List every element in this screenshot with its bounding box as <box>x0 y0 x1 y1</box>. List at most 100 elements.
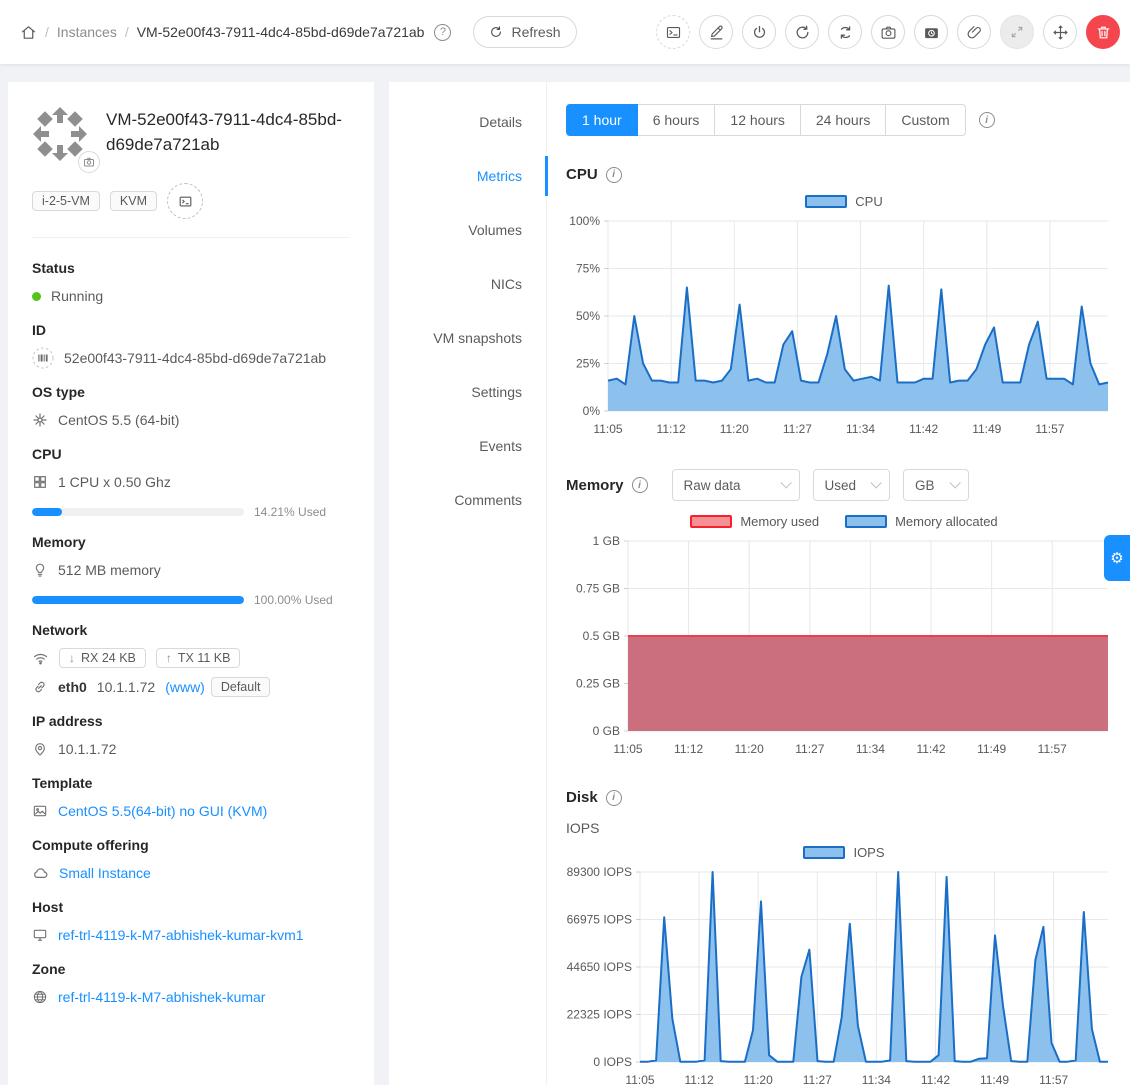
tab-nics[interactable]: NICs <box>389 264 548 304</box>
memory-label: Memory <box>32 534 350 550</box>
terminal-icon <box>665 24 682 41</box>
reload-icon <box>489 25 503 39</box>
memory-unit-select[interactable]: GB <box>903 469 969 501</box>
svg-text:11:12: 11:12 <box>685 1073 714 1085</box>
breadcrumb-instances[interactable]: Instances <box>57 24 117 40</box>
memory-controls: Raw data Used GB <box>672 469 969 501</box>
range-24-hours[interactable]: 24 hours <box>800 104 886 136</box>
legend-entry[interactable]: Memory used <box>690 514 819 529</box>
tab-details[interactable]: Details <box>389 102 548 142</box>
status-label: Status <box>32 260 350 276</box>
host-field: Host ref-trl-4119-k-M7-abhishek-kumar-kv… <box>32 899 350 946</box>
zone-link[interactable]: ref-trl-4119-k-M7-abhishek-kumar <box>58 989 265 1005</box>
breadcrumb-separator: / <box>45 24 49 40</box>
svg-text:11:34: 11:34 <box>846 422 875 436</box>
legend-entry[interactable]: IOPS <box>803 845 884 860</box>
vm-action-toolbar <box>656 15 1120 49</box>
svg-text:89300 IOPS: 89300 IOPS <box>567 865 632 879</box>
range-custom[interactable]: Custom <box>885 104 965 136</box>
divider <box>32 237 350 238</box>
memory-used-percent: 100.00% Used <box>254 593 333 607</box>
nic-network-link[interactable]: (www) <box>165 679 205 695</box>
location-pin-icon <box>32 741 48 757</box>
vm-internal-name-tag: i-2-5-VM <box>32 191 100 211</box>
offering-link[interactable]: Small Instance <box>59 865 151 881</box>
scale-vm-button[interactable] <box>1000 15 1034 49</box>
sync-icon <box>837 24 854 41</box>
chevron-down-icon <box>949 477 960 488</box>
console-button[interactable] <box>656 15 690 49</box>
svg-text:11:34: 11:34 <box>856 742 885 756</box>
svg-text:0.25 GB: 0.25 GB <box>576 677 620 691</box>
migrate-vm-button[interactable] <box>1043 15 1077 49</box>
template-field: Template CentOS 5.5(64-bit) no GUI (KVM) <box>32 775 350 822</box>
memory-field: Memory 512 MB memory 100.00% Used <box>32 534 350 607</box>
zone-field: Zone ref-trl-4119-k-M7-abhishek-kumar <box>32 961 350 1008</box>
tab-volumes[interactable]: Volumes <box>389 210 548 250</box>
wifi-icon <box>32 650 49 667</box>
stop-vm-button[interactable] <box>742 15 776 49</box>
host-link[interactable]: ref-trl-4119-k-M7-abhishek-kumar-kvm1 <box>58 927 304 943</box>
svg-text:11:49: 11:49 <box>980 1073 1009 1085</box>
help-question-icon[interactable]: ? <box>434 24 451 41</box>
console-chip-button[interactable] <box>167 183 203 219</box>
memory-chart-block: Memory i Raw data Used GB <box>566 469 1122 763</box>
legend-swatch <box>845 515 887 528</box>
cloud-icon <box>32 865 49 882</box>
svg-text:11:34: 11:34 <box>862 1073 891 1085</box>
appstore-grid-icon <box>32 474 48 490</box>
move-arrows-icon <box>1052 24 1069 41</box>
tab-metrics[interactable]: Metrics <box>389 156 548 196</box>
id-field: ID 52e00f43-7911-4dc4-85bd-d69de7a721ab <box>32 322 350 369</box>
detail-tabs-nav: Details Metrics Volumes NICs VM snapshot… <box>389 82 547 1085</box>
attach-iso-button[interactable] <box>957 15 991 49</box>
memory-data-mode-select[interactable]: Raw data <box>672 469 800 501</box>
legend-swatch <box>690 515 732 528</box>
camera-icon <box>880 24 897 41</box>
range-1-hour[interactable]: 1 hour <box>566 104 638 136</box>
cpu-label: CPU <box>32 446 350 462</box>
svg-text:1 GB: 1 GB <box>593 534 620 548</box>
info-icon[interactable]: i <box>979 112 995 128</box>
legend-swatch <box>803 846 845 859</box>
ip-field: IP address 10.1.1.72 <box>32 713 350 760</box>
tab-settings[interactable]: Settings <box>389 372 548 412</box>
breadcrumb-separator: / <box>125 24 129 40</box>
home-icon[interactable] <box>20 24 37 41</box>
range-12-hours[interactable]: 12 hours <box>714 104 800 136</box>
zone-label: Zone <box>32 961 350 977</box>
iops-subtitle: IOPS <box>566 820 1122 836</box>
edit-button[interactable] <box>699 15 733 49</box>
svg-text:11:42: 11:42 <box>916 742 945 756</box>
legend-entry[interactable]: CPU <box>805 194 882 209</box>
chevron-down-icon <box>871 477 882 488</box>
range-6-hours[interactable]: 6 hours <box>637 104 716 136</box>
settings-fab[interactable]: ⚙ <box>1104 535 1130 581</box>
offering-field: Compute offering Small Instance <box>32 837 350 884</box>
disk-chart-block: Disk i IOPS IOPS 11:0511:1211:2011:2711:… <box>566 789 1122 1085</box>
vm-snapshot-button[interactable] <box>914 15 948 49</box>
refresh-button[interactable]: Refresh <box>473 16 576 48</box>
camera-clock-icon <box>923 24 940 41</box>
tab-comments[interactable]: Comments <box>389 480 548 520</box>
legend-entry[interactable]: Memory allocated <box>845 514 998 529</box>
change-icon-camera-badge[interactable] <box>78 151 100 173</box>
memory-metric-select[interactable]: Used <box>813 469 891 501</box>
legend-label: IOPS <box>853 845 884 860</box>
tx-tag: ↑ TX 11 KB <box>156 648 241 668</box>
take-snapshot-button[interactable] <box>871 15 905 49</box>
ostype-value: CentOS 5.5 (64-bit) <box>58 412 179 428</box>
reload-icon <box>794 24 811 41</box>
svg-text:0.75 GB: 0.75 GB <box>576 582 620 596</box>
reinstall-vm-button[interactable] <box>828 15 862 49</box>
tab-events[interactable]: Events <box>389 426 548 466</box>
terminal-icon <box>178 194 193 209</box>
nic-name: eth0 <box>58 679 87 695</box>
reboot-vm-button[interactable] <box>785 15 819 49</box>
offering-label: Compute offering <box>32 837 350 853</box>
template-link[interactable]: CentOS 5.5(64-bit) no GUI (KVM) <box>58 803 267 819</box>
tab-vm-snapshots[interactable]: VM snapshots <box>389 318 548 358</box>
ostype-label: OS type <box>32 384 350 400</box>
legend-label: Memory used <box>740 514 819 529</box>
destroy-vm-button[interactable] <box>1086 15 1120 49</box>
